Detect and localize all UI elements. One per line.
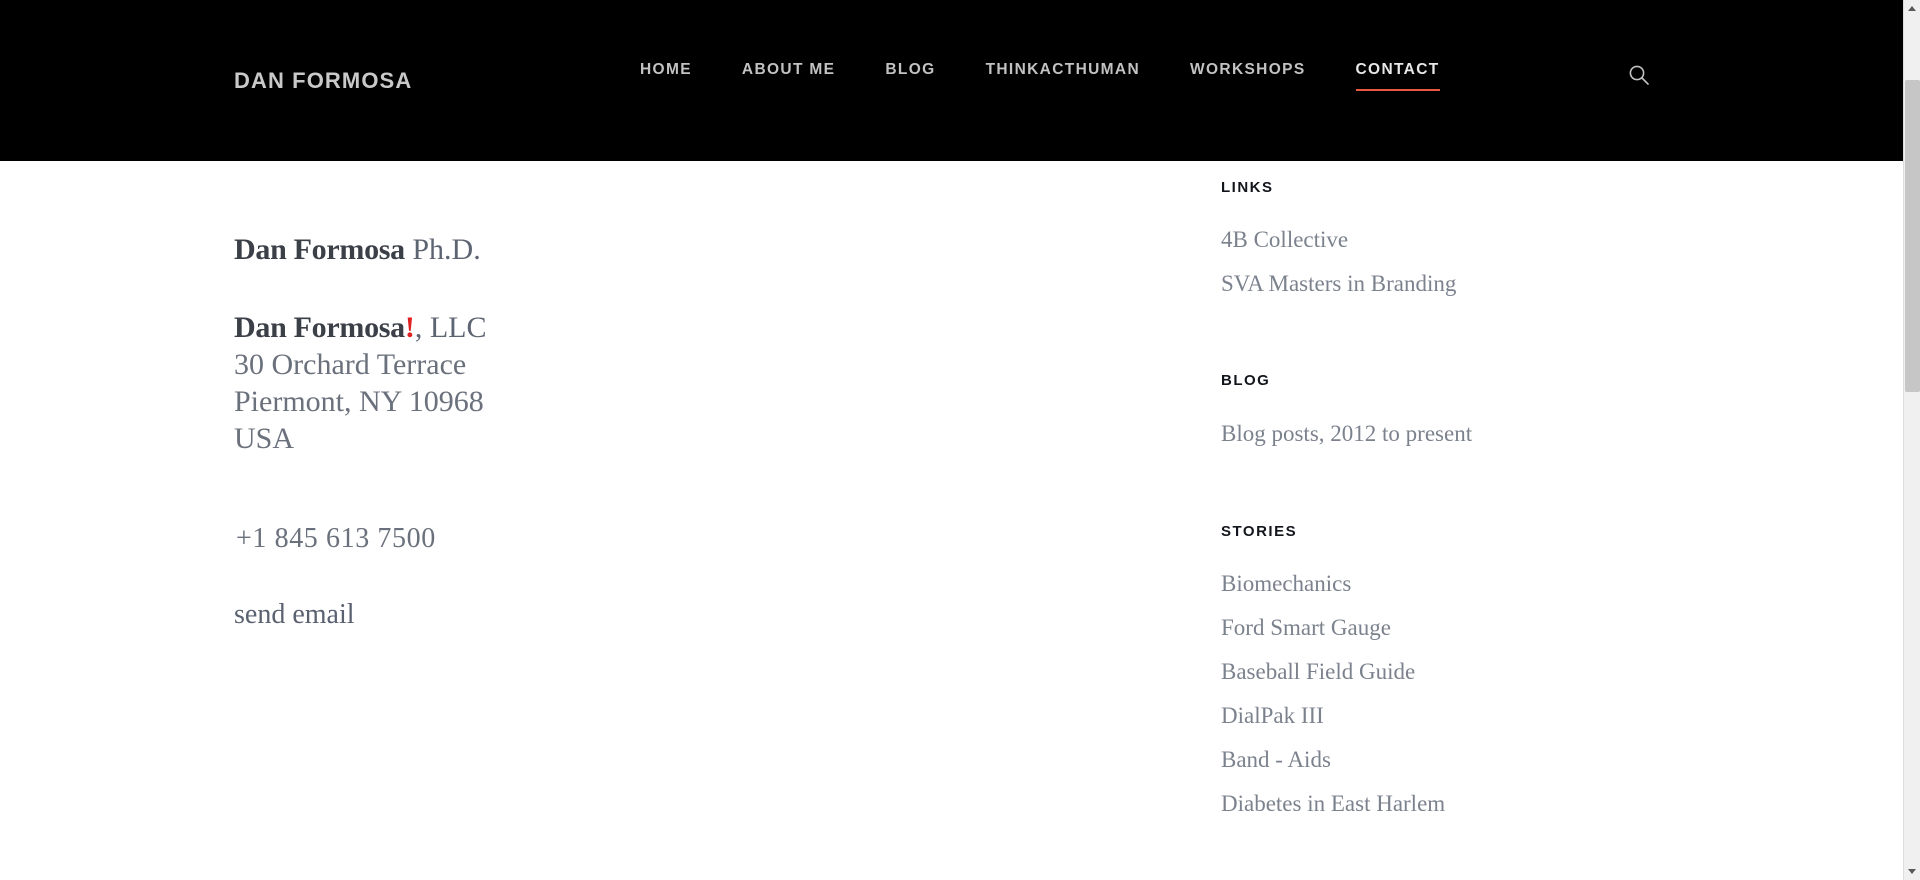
scrollbar-thumb[interactable] bbox=[1905, 80, 1920, 392]
sidebar-heading-stories: STORIES bbox=[1221, 523, 1298, 540]
site-header: DAN FORMOSA HOME ABOUT ME BLOG THINKACTH… bbox=[0, 0, 1903, 161]
site-logo[interactable]: DAN FORMOSA bbox=[234, 68, 412, 94]
nav-item-thinkacthuman-label: THINKACTHUMAN bbox=[985, 61, 1141, 78]
nav-item-blog[interactable]: BLOG bbox=[860, 60, 960, 80]
nav-item-contact[interactable]: CONTACT bbox=[1331, 60, 1465, 91]
sidebar-link-biomechanics[interactable]: Biomechanics bbox=[1221, 572, 1445, 595]
sidebar-link-dialpak-iii[interactable]: DialPak III bbox=[1221, 704, 1445, 727]
sidebar-link-band-aids[interactable]: Band - Aids bbox=[1221, 748, 1445, 771]
site-logo-label: DAN FORMOSA bbox=[234, 68, 413, 93]
nav-item-home-label: HOME bbox=[640, 61, 692, 78]
main-navigation: HOME ABOUT ME BLOG THINKACTHUMAN WORKSHO… bbox=[615, 60, 1465, 91]
nav-item-workshops-label: WORKSHOPS bbox=[1190, 61, 1306, 78]
contact-address-block: Dan Formosa!, LLC 30 Orchard Terrace Pie… bbox=[234, 309, 487, 457]
sidebar-link-4b-collective[interactable]: 4B Collective bbox=[1221, 228, 1456, 251]
send-email-link[interactable]: send email bbox=[234, 599, 355, 631]
chevron-down-icon bbox=[1908, 869, 1916, 874]
sidebar-link-diabetes-in-east-harlem[interactable]: Diabetes in East Harlem bbox=[1221, 792, 1445, 815]
address-line-3: USA bbox=[234, 421, 295, 455]
sidebar-link-baseball-field-guide[interactable]: Baseball Field Guide bbox=[1221, 660, 1445, 683]
sidebar-link-ford-smart-gauge[interactable]: Ford Smart Gauge bbox=[1221, 616, 1445, 639]
nav-item-thinkacthuman[interactable]: THINKACTHUMAN bbox=[961, 60, 1165, 80]
sidebar-section-blog: BLOG Blog posts, 2012 to present bbox=[1221, 372, 1472, 445]
search-icon[interactable] bbox=[1627, 63, 1651, 87]
sidebar-section-stories: STORIES Biomechanics Ford Smart Gauge Ba… bbox=[1221, 523, 1445, 815]
contact-name: Dan Formosa bbox=[234, 233, 405, 266]
nav-active-underline bbox=[1355, 89, 1440, 91]
contact-credential: Ph.D. bbox=[412, 233, 481, 266]
sidebar-link-blog-posts[interactable]: Blog posts, 2012 to present bbox=[1221, 422, 1472, 445]
nav-item-blog-label: BLOG bbox=[885, 61, 936, 78]
vertical-scrollbar[interactable] bbox=[1903, 0, 1920, 880]
chevron-up-icon bbox=[1908, 6, 1916, 11]
page-content: Dan Formosa Ph.D. Dan Formosa!, LLC 30 O… bbox=[0, 161, 1903, 880]
company-name-exclamation: ! bbox=[404, 311, 415, 344]
company-name-line: Dan Formosa!, LLC bbox=[234, 309, 487, 347]
page-root: DAN FORMOSA HOME ABOUT ME BLOG THINKACTH… bbox=[0, 0, 1920, 880]
contact-phone[interactable]: +1 845 613 7500 bbox=[236, 523, 436, 555]
nav-item-about-me-label: ABOUT ME bbox=[741, 61, 836, 78]
nav-item-home[interactable]: HOME bbox=[615, 60, 717, 80]
scrollbar-down-arrow-icon[interactable] bbox=[1904, 863, 1920, 880]
nav-item-contact-label: CONTACT bbox=[1355, 61, 1440, 78]
address-line-1: 30 Orchard Terrace bbox=[234, 348, 467, 382]
address-line-2: Piermont, NY 10968 bbox=[234, 384, 484, 418]
scrollbar-up-arrow-icon[interactable] bbox=[1904, 0, 1920, 17]
nav-item-about-me[interactable]: ABOUT ME bbox=[717, 60, 860, 80]
sidebar-section-links: LINKS 4B Collective SVA Masters in Brand… bbox=[1221, 179, 1456, 295]
sidebar-link-sva-masters-in-branding[interactable]: SVA Masters in Branding bbox=[1221, 272, 1456, 295]
browser-viewport: DAN FORMOSA HOME ABOUT ME BLOG THINKACTH… bbox=[0, 0, 1903, 880]
company-name: Dan Formosa bbox=[234, 311, 405, 344]
contact-name-line: Dan Formosa Ph.D. bbox=[234, 231, 481, 269]
sidebar-heading-blog: BLOG bbox=[1221, 372, 1271, 389]
sidebar-heading-links: LINKS bbox=[1221, 179, 1274, 196]
nav-item-workshops[interactable]: WORKSHOPS bbox=[1165, 60, 1331, 80]
company-suffix: , LLC bbox=[414, 311, 487, 344]
